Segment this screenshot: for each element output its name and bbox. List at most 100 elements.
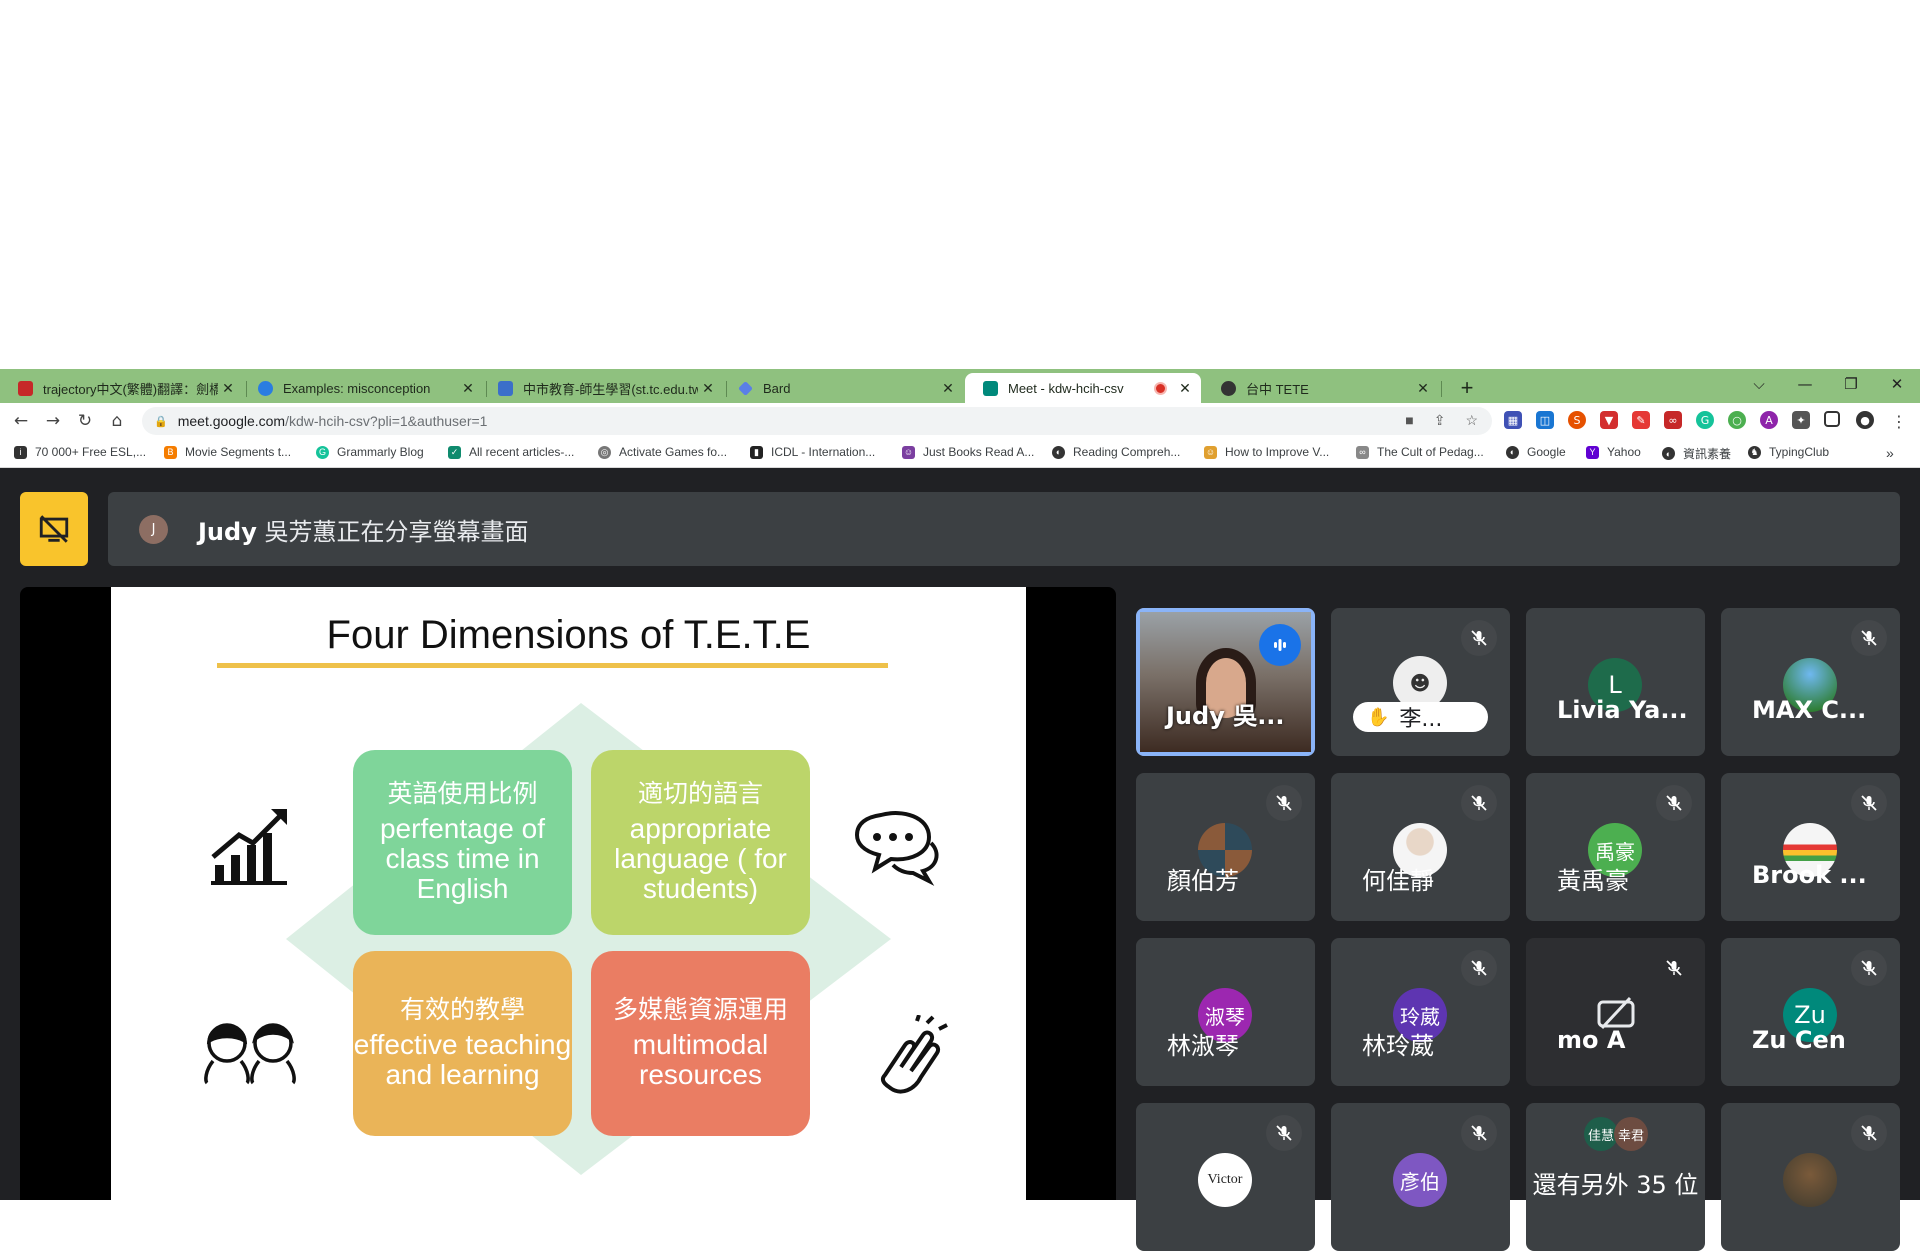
- participant-name: 顏伯芳: [1167, 867, 1239, 895]
- address-bar[interactable]: 🔒 meet.google.com/kdw-hcih-csv?pli=1&aut…: [142, 407, 1492, 435]
- participant-tile-li[interactable]: ☻ ✋ 李...: [1331, 608, 1510, 756]
- tab-meet[interactable]: Meet - kdw-hcih-csv ✕: [965, 373, 1201, 403]
- participant-name: 李...: [1399, 707, 1443, 732]
- participant-tile-mo[interactable]: mo A: [1526, 938, 1705, 1086]
- shared-slide: Four Dimensions of T.E.T.E 英語使用比例 perfent…: [111, 587, 1026, 1200]
- extension-icon[interactable]: S: [1568, 411, 1586, 429]
- participant-tile[interactable]: [1721, 1103, 1900, 1251]
- participant-tile-huang[interactable]: 禹豪 黃禹豪: [1526, 773, 1705, 921]
- close-icon[interactable]: ✕: [218, 380, 238, 397]
- minimize-icon[interactable]: —: [1782, 369, 1828, 399]
- tab-title: 中市教育-師生學習(st.tc.edu.tw): [523, 381, 698, 397]
- bookmark-item[interactable]: ▮ ICDL - Internation...: [750, 445, 875, 459]
- tab-title: trajectory中文(繁體)翻譯：劍橋: [43, 381, 218, 397]
- others-tile[interactable]: 佳慧 幸君 還有另外 35 位: [1526, 1103, 1705, 1251]
- extension-icon[interactable]: ∞: [1664, 411, 1682, 429]
- participant-tile-judy[interactable]: Judy 吳...: [1136, 608, 1315, 756]
- edutopia-icon: ✓: [448, 445, 461, 459]
- participant-tile-max[interactable]: MAX C...: [1721, 608, 1900, 756]
- bookmark-item[interactable]: i 70 000+ Free ESL,...: [14, 445, 146, 459]
- home-icon[interactable]: ⌂: [104, 409, 130, 433]
- close-icon[interactable]: ✕: [1175, 380, 1195, 397]
- tab-title: Examples: misconception: [283, 380, 431, 396]
- tab-school[interactable]: 中市教育-師生學習(st.tc.edu.tw) ✕: [480, 373, 724, 403]
- close-icon[interactable]: ✕: [698, 380, 718, 397]
- participant-name: 黃禹豪: [1557, 867, 1629, 895]
- extension-icon[interactable]: ✎: [1632, 411, 1650, 429]
- tab-search-icon[interactable]: ⌵: [1736, 369, 1782, 399]
- tab-examples[interactable]: Examples: misconception ✕: [240, 373, 484, 403]
- mic-off-icon: [1461, 950, 1497, 986]
- banner-text: Judy 吳芳蕙正在分享螢幕畫面: [198, 518, 529, 546]
- more-bookmarks-icon[interactable]: »: [1886, 445, 1894, 461]
- tab-trajectory[interactable]: trajectory中文(繁體)翻譯：劍橋 ✕: [0, 373, 244, 403]
- camera-icon[interactable]: ■: [1405, 412, 1413, 429]
- participant-name: 林淑琴: [1167, 1032, 1239, 1060]
- icdl-icon: ▮: [750, 445, 763, 459]
- url-domain: meet.google.com: [177, 413, 286, 429]
- mic-off-icon: [1851, 1115, 1887, 1151]
- participant-name: 何佳靜: [1362, 867, 1434, 895]
- tab-title: Meet - kdw-hcih-csv: [1008, 380, 1124, 396]
- profile-icon[interactable]: ●: [1856, 411, 1874, 429]
- bookmarks-bar: i 70 000+ Free ESL,... B Movie Segments t.…: [0, 439, 1920, 468]
- qr-extension-icon[interactable]: ▦: [1504, 411, 1522, 429]
- hand-raised-label: ✋ 李...: [1353, 702, 1488, 732]
- extension-icon[interactable]: ◫: [1536, 411, 1554, 429]
- mic-off-icon: [1266, 1115, 1302, 1151]
- toolbar: ← → ↻ ⌂ 🔒 meet.google.com/kdw-hcih-csv?p…: [0, 403, 1920, 439]
- extension-icon[interactable]: A: [1760, 411, 1778, 429]
- participant-tile-livia[interactable]: L Livia Ya...: [1526, 608, 1705, 756]
- bookmark-item[interactable]: ☺ Just Books Read A...: [902, 445, 1034, 459]
- back-icon[interactable]: ←: [8, 409, 34, 433]
- participant-tile-yan[interactable]: 顏伯芳: [1136, 773, 1315, 921]
- participant-tile-brook[interactable]: Brook ...: [1721, 773, 1900, 921]
- mic-off-icon: [1656, 950, 1692, 986]
- close-icon[interactable]: ✕: [458, 380, 478, 397]
- menu-icon[interactable]: ⋮: [1886, 409, 1912, 433]
- stop-presenting-icon[interactable]: [20, 492, 88, 566]
- bookmark-item[interactable]: G Grammarly Blog: [316, 445, 424, 459]
- participant-tile-he[interactable]: 何佳靜: [1331, 773, 1510, 921]
- bookmark-item[interactable]: ◐ Reading Compreh...: [1052, 445, 1180, 459]
- blogger-icon: B: [164, 445, 177, 459]
- participant-tile-yanbo[interactable]: 彥伯: [1331, 1103, 1510, 1251]
- share-icon[interactable]: ⇪: [1434, 412, 1446, 429]
- bookmark-item[interactable]: ♞ TypingClub: [1748, 445, 1829, 459]
- restore-icon[interactable]: ❐: [1828, 369, 1874, 399]
- bookmark-item[interactable]: Y Yahoo: [1586, 445, 1641, 459]
- bookmark-item[interactable]: ✓ All recent articles-...: [448, 445, 574, 459]
- chat-icon[interactable]: ○: [1728, 411, 1746, 429]
- link-icon: ∞: [1356, 445, 1369, 459]
- star-icon[interactable]: ☆: [1465, 412, 1478, 429]
- bookmark-item[interactable]: ∞ The Cult of Pedag...: [1356, 445, 1484, 459]
- forward-icon[interactable]: →: [40, 409, 66, 433]
- bookmark-item[interactable]: ◐ 資訊素養: [1662, 445, 1731, 462]
- tab-tete[interactable]: 台中 TETE ✕: [1203, 373, 1439, 403]
- close-icon[interactable]: ✕: [938, 380, 958, 397]
- bookmark-item[interactable]: B Movie Segments t...: [164, 445, 291, 459]
- cambridge-icon: [18, 380, 33, 396]
- globe-icon: ◐: [1662, 447, 1675, 460]
- tab-bard[interactable]: Bard ✕: [720, 373, 964, 403]
- puzzle-icon[interactable]: ✦: [1792, 411, 1810, 429]
- new-tab-button[interactable]: +: [1452, 373, 1482, 403]
- participant-tile-lin-shuqin[interactable]: 淑琴 林淑琴: [1136, 938, 1315, 1086]
- close-icon[interactable]: ✕: [1413, 380, 1433, 397]
- bookmark-item[interactable]: ◐ Google: [1506, 445, 1566, 459]
- bookmark-item[interactable]: ☺ How to Improve V...: [1204, 445, 1329, 459]
- seal-icon: ◎: [598, 445, 611, 459]
- avatar: 彥伯: [1393, 1153, 1447, 1207]
- sidebar-icon[interactable]: [1824, 411, 1840, 427]
- participant-tile-zu[interactable]: Zu Zu Cen: [1721, 938, 1900, 1086]
- participant-tile-victor[interactable]: Victor: [1136, 1103, 1315, 1251]
- bookmark-item[interactable]: ◎ Activate Games fo...: [598, 445, 727, 459]
- reload-icon[interactable]: ↻: [72, 409, 98, 433]
- meet-area: J Judy 吳芳蕙正在分享螢幕畫面 Four Dimensions of T.…: [0, 468, 1920, 1251]
- participant-tile-lin-lingwei[interactable]: 玲葳 林玲葳: [1331, 938, 1510, 1086]
- window-close-icon[interactable]: ✕: [1874, 369, 1920, 399]
- grammarly-icon[interactable]: G: [1696, 411, 1714, 429]
- lock-icon[interactable]: 🔒: [154, 415, 168, 428]
- presentation-stage: Four Dimensions of T.E.T.E 英語使用比例 perfent…: [20, 587, 1116, 1200]
- shield-icon[interactable]: ▼: [1600, 411, 1618, 429]
